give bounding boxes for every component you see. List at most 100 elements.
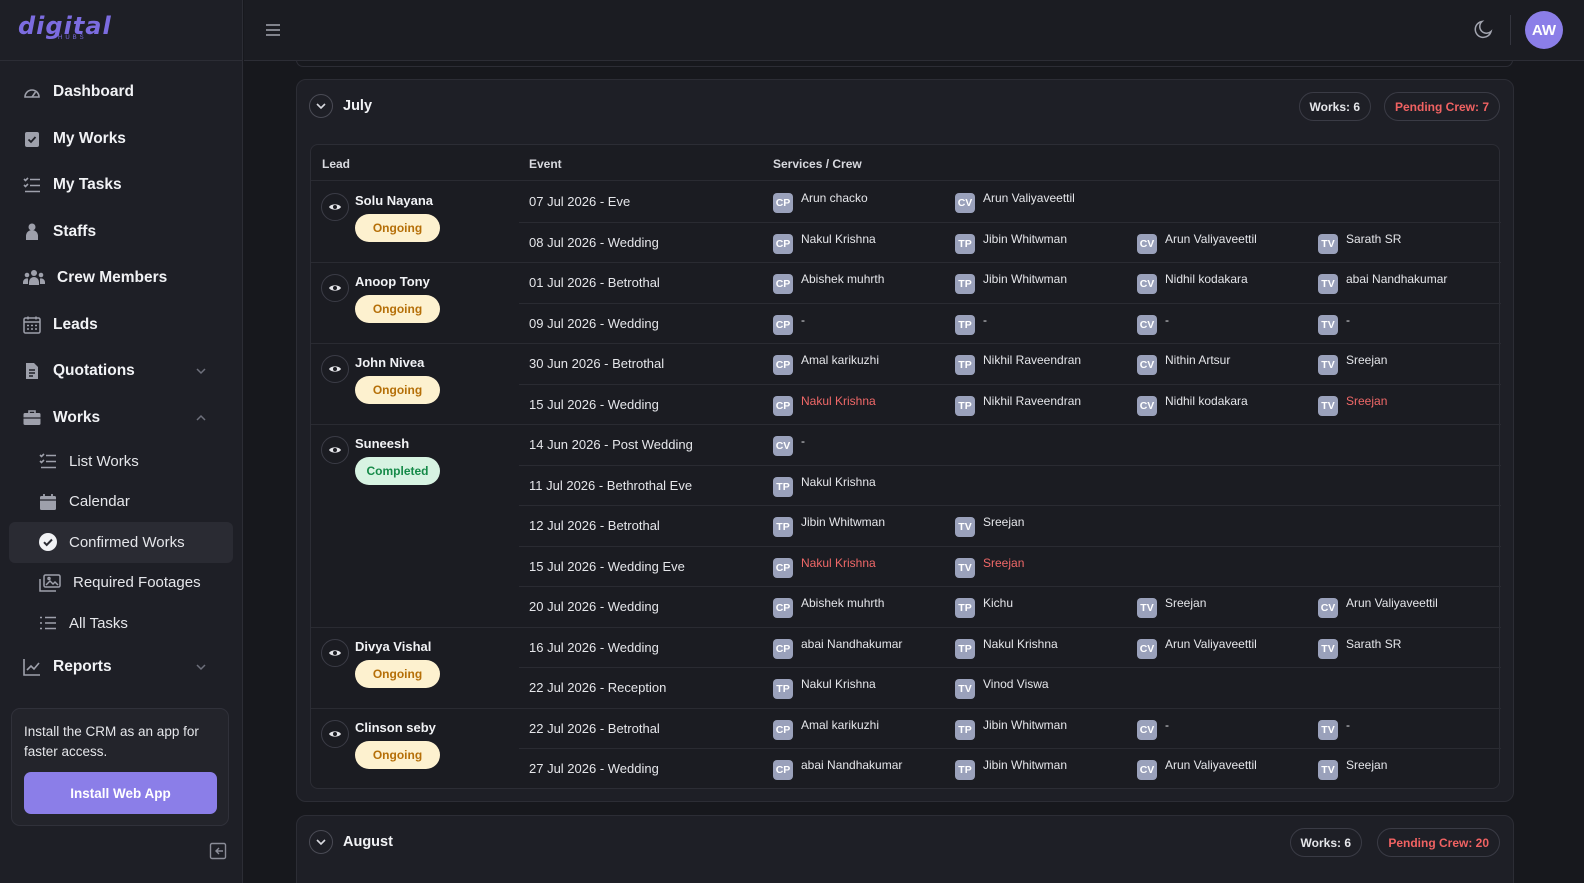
crew-assignment[interactable]: CV Arun Valiyaveettil — [1137, 637, 1257, 659]
view-lead-button[interactable] — [321, 274, 349, 302]
crew-assignment[interactable]: TV - — [1318, 718, 1350, 740]
sidebar-item-confirmed-works[interactable]: Confirmed Works — [9, 522, 233, 563]
install-web-app-button[interactable]: Install Web App — [24, 772, 217, 814]
crew-assignment[interactable]: CP Arun chacko — [773, 191, 868, 213]
crew-assignment[interactable]: TP - — [955, 313, 987, 335]
sidebar-item-reports[interactable]: Reports — [0, 644, 242, 691]
crew-name: - — [1165, 312, 1169, 327]
view-lead-button[interactable] — [321, 436, 349, 464]
sidebar-item-list-works[interactable]: List Works — [9, 441, 233, 482]
crew-assignment[interactable]: CP Nakul Krishna — [773, 394, 876, 416]
crew-assignment[interactable]: CP abai Nandhakumar — [773, 637, 902, 659]
month-header[interactable]: August Works: 6 Pending Crew: 20 — [297, 816, 1513, 868]
works-count-pill: Works: 6 — [1289, 828, 1362, 857]
crew-assignment[interactable]: TV abai Nandhakumar — [1318, 272, 1447, 294]
crew-assignment[interactable]: TV Sreejan — [1318, 758, 1387, 780]
view-lead-button[interactable] — [321, 355, 349, 383]
sidebar-item-leads[interactable]: Leads — [0, 302, 242, 349]
sidebar-item-staffs[interactable]: Staffs — [0, 209, 242, 256]
crew-assignment[interactable]: CP Amal karikuzhi — [773, 718, 879, 740]
lead-name[interactable]: Anoop Tony — [355, 274, 430, 289]
crew-assignment[interactable]: TV Sarath SR — [1318, 637, 1401, 659]
crew-assignment[interactable]: TP Jibin Whitwman — [955, 232, 1067, 254]
sidebar-item-works[interactable]: Works — [0, 395, 242, 442]
crew-assignment[interactable]: CP Abishek muhrth — [773, 272, 884, 294]
crew-assignment[interactable]: CV Nidhil kodakara — [1137, 394, 1248, 416]
crew-assignment[interactable]: TP Jibin Whitwman — [773, 515, 885, 537]
crew-assignment[interactable]: CV Nithin Artsur — [1137, 353, 1230, 375]
crew-assignment[interactable]: TV - — [1318, 313, 1350, 335]
sidebar-item-required-footages[interactable]: Required Footages — [9, 563, 233, 604]
user-avatar[interactable]: AW — [1525, 11, 1563, 49]
sidebar-item-all-tasks[interactable]: All Tasks — [9, 603, 233, 644]
chevron-down-icon[interactable] — [195, 661, 207, 673]
crew-assignment[interactable]: TP Kichu — [955, 596, 1013, 618]
document-icon — [26, 363, 38, 380]
view-lead-button[interactable] — [321, 193, 349, 221]
table-row: 15 Jul 2026 - Wedding Eve CP Nakul Krishna… — [519, 545, 1501, 587]
chevron-down-icon[interactable] — [195, 365, 207, 377]
crew-assignment[interactable]: CP abai Nandhakumar — [773, 758, 902, 780]
sidebar-item-calendar[interactable]: Calendar — [9, 482, 233, 523]
crew-assignment[interactable]: CV - — [1137, 313, 1169, 335]
row-divider — [519, 424, 1501, 425]
crew-assignment[interactable]: TP Nakul Krishna — [773, 677, 876, 699]
sidebar-item-my-tasks[interactable]: My Tasks — [0, 162, 242, 209]
crew-assignment[interactable]: CV Arun Valiyaveettil — [1137, 232, 1257, 254]
lead-name[interactable]: Clinson seby — [355, 720, 436, 735]
crew-assignment[interactable]: TP Jibin Whitwman — [955, 758, 1067, 780]
lead-name[interactable]: Suneesh — [355, 436, 409, 451]
hamburger-menu-icon[interactable] — [263, 20, 283, 40]
crew-name: Arun Valiyaveettil — [1346, 596, 1438, 610]
service-tag: TV — [1318, 274, 1338, 294]
lead-name[interactable]: John Nivea — [355, 355, 424, 370]
crew-assignment[interactable]: TP Nikhil Raveendran — [955, 394, 1081, 416]
crew-assignment[interactable]: TP Nakul Krishna — [773, 475, 876, 497]
crew-assignment[interactable]: TV Sarath SR — [1318, 232, 1401, 254]
lead-name[interactable]: Solu Nayana — [355, 193, 433, 208]
crew-assignment[interactable]: CP Amal karikuzhi — [773, 353, 879, 375]
collapse-toggle[interactable] — [309, 830, 333, 854]
moon-icon[interactable] — [1473, 18, 1495, 40]
crew-assignment[interactable]: TV Vinod Viswa — [955, 677, 1049, 699]
sidebar: digital HUBS Dashboard My Works My Tasks… — [0, 0, 243, 883]
service-tag: CV — [1137, 314, 1157, 335]
crew-name: Sarath SR — [1346, 231, 1402, 246]
crew-assignment[interactable]: TP Jibin Whitwman — [955, 718, 1067, 740]
view-lead-button[interactable] — [321, 638, 349, 667]
crew-assignment[interactable]: CP Abishek muhrth — [773, 596, 884, 618]
month-title: July — [343, 98, 373, 114]
service-tag: CP — [773, 719, 793, 740]
crew-assignment[interactable]: TV Sreejan — [1318, 394, 1387, 416]
crew-assignment[interactable]: TP Nikhil Raveendran — [955, 353, 1081, 375]
crew-assignment[interactable]: CV - — [773, 434, 805, 456]
view-lead-button[interactable] — [321, 719, 349, 748]
app-logo[interactable]: digital HUBS — [0, 0, 242, 61]
crew-assignment[interactable]: CV Nidhil kodakara — [1137, 272, 1248, 294]
crew-assignment[interactable]: CV - — [1137, 718, 1169, 740]
sidebar-item-my-works[interactable]: My Works — [0, 116, 242, 163]
sidebar-item-dashboard[interactable]: Dashboard — [0, 69, 242, 116]
month-header[interactable]: July Works: 6 Pending Crew: 7 — [297, 80, 1513, 132]
crew-assignment[interactable]: TP Jibin Whitwman — [955, 272, 1067, 294]
sidebar-item-crew-members[interactable]: Crew Members — [0, 255, 242, 302]
lead-name[interactable]: Divya Vishal — [355, 639, 431, 654]
crew-assignment[interactable]: TP Nakul Krishna — [955, 637, 1058, 659]
chevron-up-icon[interactable] — [195, 412, 207, 424]
crew-assignment[interactable]: CV Arun Valiyaveettil — [955, 191, 1075, 213]
crew-assignment[interactable]: CV Arun Valiyaveettil — [1137, 758, 1257, 780]
event-label: 11 Jul 2026 - Bethrothal Eve — [529, 477, 693, 493]
crew-assignment[interactable]: TV Sreejan — [1318, 353, 1387, 375]
collapse-toggle[interactable] — [309, 94, 333, 118]
crew-assignment[interactable]: TV Sreejan — [1137, 596, 1206, 618]
crew-name: - — [983, 312, 987, 327]
sidebar-item-quotations[interactable]: Quotations — [0, 348, 242, 395]
crew-assignment[interactable]: CP Nakul Krishna — [773, 232, 876, 254]
crew-assignment[interactable]: CP - — [773, 313, 805, 335]
crew-assignment[interactable]: CV Arun Valiyaveettil — [1318, 596, 1438, 618]
collapse-sidebar-icon[interactable] — [209, 842, 227, 860]
crew-assignment[interactable]: TV Sreejan — [955, 515, 1024, 537]
crew-assignment[interactable]: TV Sreejan — [955, 556, 1024, 578]
crew-name: Nakul Krishna — [801, 474, 876, 489]
crew-assignment[interactable]: CP Nakul Krishna — [773, 556, 876, 578]
